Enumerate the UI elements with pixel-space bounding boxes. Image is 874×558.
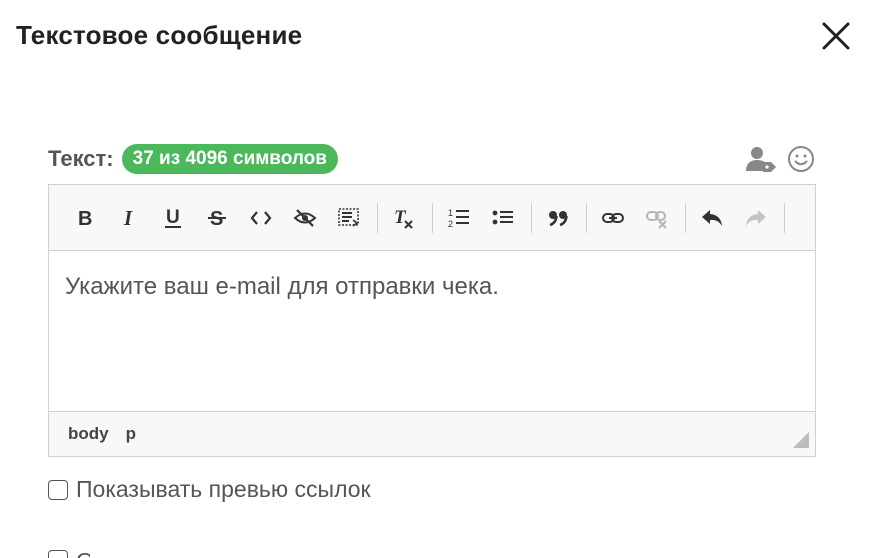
- toolbar-separator: [531, 202, 532, 233]
- svg-text:2: 2: [448, 219, 453, 229]
- italic-button[interactable]: I: [113, 202, 145, 234]
- unlink-icon: [646, 210, 667, 229]
- svg-text:1: 1: [448, 208, 453, 218]
- unlink-button[interactable]: [641, 202, 673, 234]
- editor-toolbar: B I U S T 12: [49, 185, 815, 251]
- numbered-list-button[interactable]: 12: [443, 202, 475, 234]
- spoiler-button[interactable]: [289, 202, 321, 234]
- rich-text-editor: B I U S T 12: [48, 184, 816, 457]
- editor-element-path: body p: [49, 411, 815, 456]
- toolbar-separator: [784, 202, 785, 233]
- numbered-list-icon: 12: [448, 208, 469, 229]
- italic-icon: I: [123, 206, 133, 230]
- text-field-tools: [746, 144, 816, 174]
- next-option-label: О: [76, 548, 90, 558]
- strikethrough-button[interactable]: S: [201, 202, 233, 234]
- quote-icon: [549, 210, 568, 226]
- link-button[interactable]: [597, 202, 629, 234]
- remove-format-button[interactable]: T: [388, 202, 420, 234]
- strikethrough-icon: S: [208, 208, 226, 230]
- underline-button[interactable]: U: [157, 202, 189, 234]
- next-option-checkbox[interactable]: [48, 550, 68, 558]
- bold-icon: B: [78, 208, 92, 230]
- resize-grip-icon[interactable]: [793, 432, 809, 448]
- undo-button[interactable]: [696, 202, 728, 234]
- show-blocks-icon: [338, 207, 359, 227]
- text-label: Текст:: [48, 146, 114, 171]
- close-icon: [822, 22, 850, 50]
- bulleted-list-icon: [492, 210, 513, 224]
- path-item-p[interactable]: p: [126, 424, 136, 444]
- svg-text:B: B: [78, 208, 92, 230]
- svg-text:U: U: [166, 207, 180, 228]
- bold-button[interactable]: B: [69, 202, 101, 234]
- path-item-body[interactable]: body: [68, 424, 109, 444]
- underline-icon: U: [165, 207, 181, 228]
- dialog-title: Текстовое сообщение: [16, 20, 303, 50]
- emoji-icon[interactable]: [786, 144, 816, 174]
- remove-format-icon: T: [394, 207, 413, 229]
- editor-content-area[interactable]: Укажите ваш e-mail для отправки чека.: [49, 251, 815, 411]
- close-button[interactable]: [818, 18, 854, 54]
- toolbar-separator: [377, 202, 378, 233]
- blockquote-button[interactable]: [542, 202, 574, 234]
- link-icon: [602, 212, 624, 223]
- eye-slash-icon: [293, 208, 317, 227]
- character-counter-badge: 37 из 4096 символов: [121, 144, 338, 174]
- editor-paragraph: Укажите ваш e-mail для отправки чека.: [65, 273, 499, 300]
- preview-links-option: Показывать превью ссылок: [48, 476, 371, 503]
- text-field-header: Текст: 37 из 4096 символов: [48, 142, 816, 176]
- personalization-icon[interactable]: [746, 144, 776, 174]
- toolbar-separator: [586, 202, 587, 233]
- bulleted-list-button[interactable]: [487, 202, 519, 234]
- toolbar-separator: [432, 202, 433, 233]
- redo-button[interactable]: [740, 202, 772, 234]
- preview-links-checkbox[interactable]: [48, 479, 68, 500]
- redo-icon: [746, 209, 766, 226]
- show-blocks-button[interactable]: [333, 202, 365, 234]
- svg-text:T: T: [394, 207, 407, 228]
- undo-icon: [702, 209, 722, 226]
- preview-links-label[interactable]: Показывать превью ссылок: [76, 476, 371, 503]
- toolbar-separator: [685, 202, 686, 233]
- svg-text:I: I: [123, 206, 133, 230]
- code-icon: [250, 210, 272, 225]
- code-button[interactable]: [245, 202, 277, 234]
